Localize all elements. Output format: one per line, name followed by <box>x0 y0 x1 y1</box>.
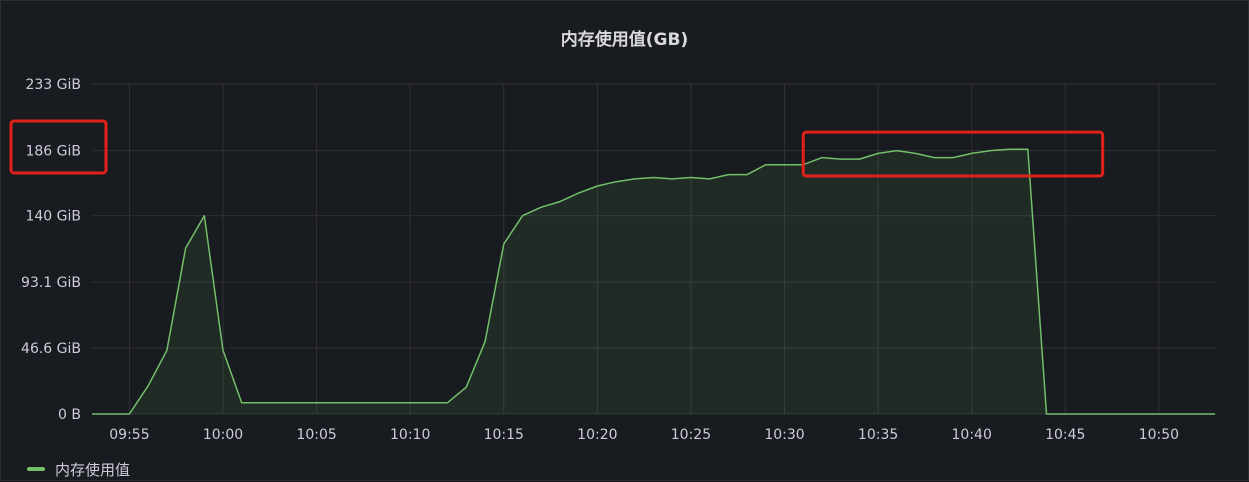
data-point[interactable] <box>576 190 582 196</box>
data-point[interactable] <box>388 400 394 406</box>
y-tick-label[interactable]: 233 GiB <box>25 77 81 93</box>
data-point[interactable] <box>108 411 114 417</box>
x-tick-label[interactable]: 10:35 <box>858 427 898 443</box>
data-point[interactable] <box>669 176 675 182</box>
x-tick-label[interactable]: 10:45 <box>1045 427 1085 443</box>
data-point[interactable] <box>1137 411 1143 417</box>
data-point[interactable] <box>894 148 900 154</box>
data-point[interactable] <box>931 155 937 161</box>
data-point[interactable] <box>220 347 226 353</box>
y-tick-label[interactable]: 46.6 GiB <box>21 341 81 357</box>
data-point[interactable] <box>1044 411 1050 417</box>
data-point[interactable] <box>725 172 731 178</box>
data-point[interactable] <box>819 155 825 161</box>
data-point[interactable] <box>1193 411 1199 417</box>
y-tick-label[interactable]: 140 GiB <box>25 209 81 225</box>
data-point[interactable] <box>239 400 245 406</box>
y-tick-label[interactable]: 93.1 GiB <box>21 275 81 291</box>
legend-swatch <box>27 467 45 471</box>
data-point[interactable] <box>707 176 713 182</box>
data-point[interactable] <box>351 400 357 406</box>
data-point[interactable] <box>613 179 619 185</box>
x-tick-label[interactable]: 10:25 <box>671 427 711 443</box>
data-point[interactable] <box>969 150 975 156</box>
x-tick-label[interactable]: 10:50 <box>1139 427 1179 443</box>
data-point[interactable] <box>1212 411 1218 417</box>
data-point[interactable] <box>1006 146 1012 152</box>
data-point[interactable] <box>183 245 189 251</box>
data-point[interactable] <box>856 156 862 162</box>
x-tick-label[interactable]: 10:00 <box>203 427 243 443</box>
data-point[interactable] <box>126 411 132 417</box>
data-point[interactable] <box>482 339 488 345</box>
data-point[interactable] <box>875 150 881 156</box>
data-point[interactable] <box>276 400 282 406</box>
data-point[interactable] <box>594 183 600 189</box>
data-point[interactable] <box>632 176 638 182</box>
data-point[interactable] <box>314 400 320 406</box>
data-point[interactable] <box>1118 411 1124 417</box>
data-point[interactable] <box>164 347 170 353</box>
data-point[interactable] <box>1100 411 1106 417</box>
data-point[interactable] <box>519 213 525 219</box>
x-tick-label[interactable]: 10:30 <box>764 427 804 443</box>
y-tick-label[interactable]: 0 B <box>58 407 81 423</box>
x-tick-label[interactable]: 10:40 <box>952 427 992 443</box>
data-point[interactable] <box>913 150 919 156</box>
data-point[interactable] <box>763 162 769 168</box>
x-tick-label[interactable]: 10:05 <box>296 427 336 443</box>
data-point[interactable] <box>1081 411 1087 417</box>
legend: 内存使用值 <box>27 458 130 480</box>
data-point[interactable] <box>538 204 544 210</box>
data-point[interactable] <box>370 400 376 406</box>
data-point[interactable] <box>501 241 507 247</box>
data-point[interactable] <box>688 174 694 180</box>
x-tick-label[interactable]: 10:20 <box>577 427 617 443</box>
legend-item-label[interactable]: 内存使用值 <box>55 459 130 480</box>
data-point[interactable] <box>201 213 207 219</box>
data-point[interactable] <box>1062 411 1068 417</box>
data-point[interactable] <box>463 384 469 390</box>
series-area <box>92 149 1215 414</box>
data-point[interactable] <box>445 400 451 406</box>
data-point[interactable] <box>950 155 956 161</box>
data-point[interactable] <box>89 411 95 417</box>
y-tick-label[interactable]: 186 GiB <box>25 144 81 160</box>
x-tick-label[interactable]: 10:15 <box>484 427 524 443</box>
data-point[interactable] <box>407 400 413 406</box>
data-point[interactable] <box>782 162 788 168</box>
data-point[interactable] <box>145 383 151 389</box>
data-point[interactable] <box>1175 411 1181 417</box>
chart-plot[interactable]: 0 B 46.6 GiB 93.1 GiB 140 GiB 186 GiB 233 GiB… <box>1 1 1249 482</box>
x-tick-label[interactable]: 09:55 <box>109 427 149 443</box>
data-point[interactable] <box>557 199 563 205</box>
data-point[interactable] <box>295 400 301 406</box>
data-point[interactable] <box>651 174 657 180</box>
data-point[interactable] <box>332 400 338 406</box>
data-point[interactable] <box>426 400 432 406</box>
chart-panel: 内存使用值(GB) 0 B 46.6 GiB 93.1 GiB 140 GiB 186 … <box>0 0 1249 481</box>
data-point[interactable] <box>1025 146 1031 152</box>
x-tick-label[interactable]: 10:10 <box>390 427 430 443</box>
data-point[interactable] <box>257 400 263 406</box>
data-point[interactable] <box>987 148 993 154</box>
data-point[interactable] <box>744 172 750 178</box>
data-point[interactable] <box>1156 411 1162 417</box>
data-point[interactable] <box>838 156 844 162</box>
